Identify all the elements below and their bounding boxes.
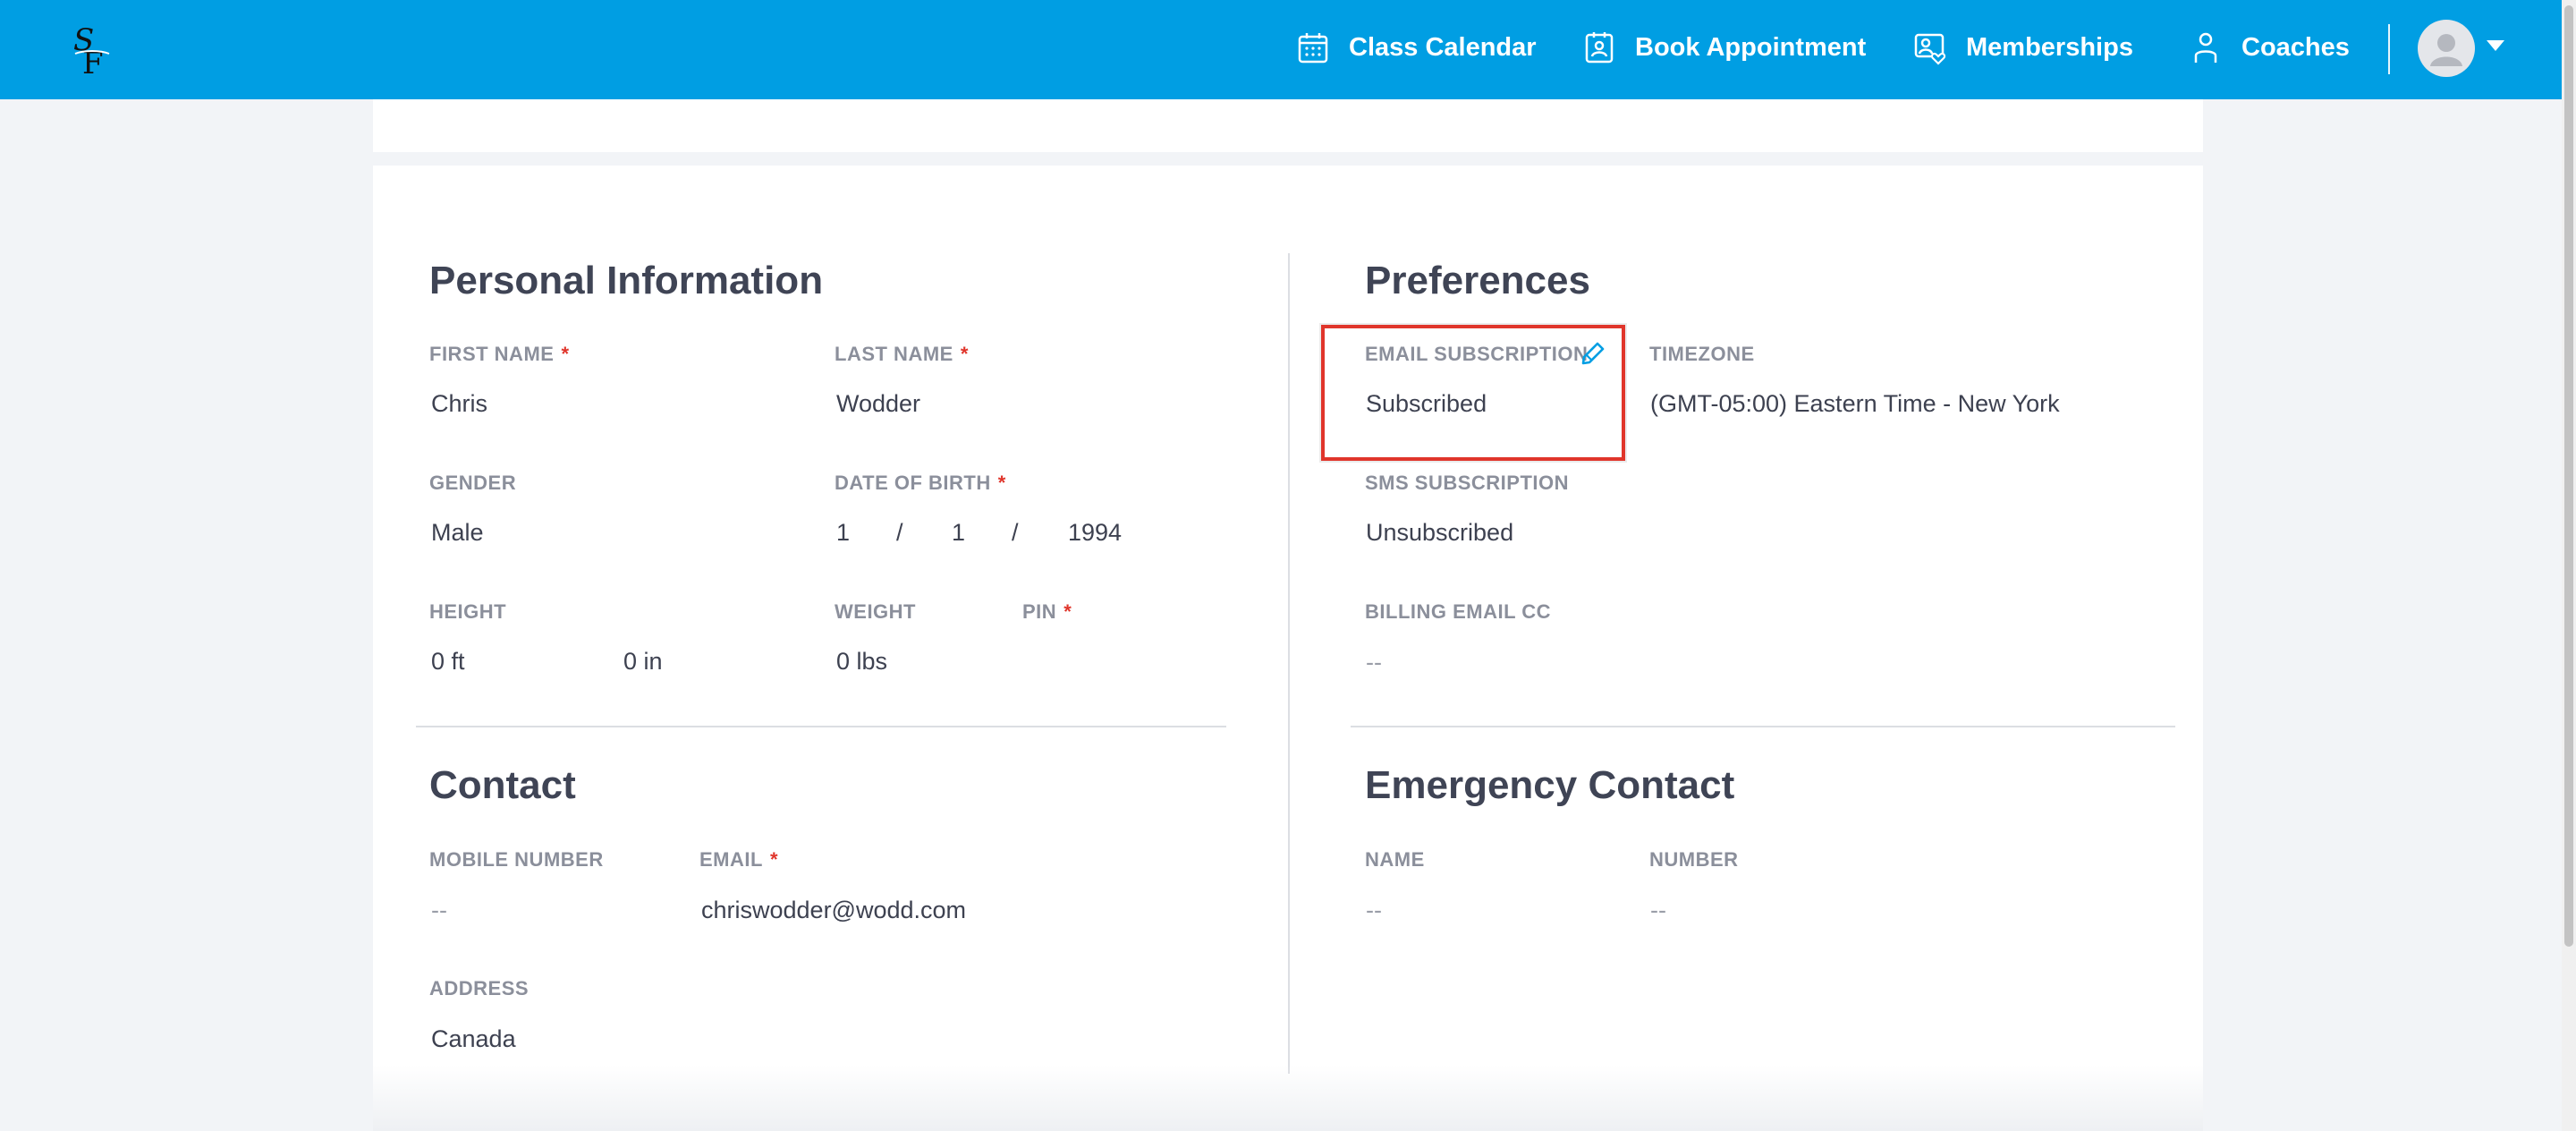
email-value[interactable]: chriswodder@wodd.com [701, 898, 966, 923]
pencil-edit-icon[interactable] [1580, 340, 1606, 367]
email-label: EMAIL * [699, 850, 778, 870]
required-marker: * [997, 472, 1006, 494]
pin-label-text: PIN [1022, 600, 1057, 623]
nav-class-calendar[interactable]: Class Calendar [1295, 25, 1537, 70]
bottom-fade-overlay [373, 1065, 2203, 1131]
date-of-birth-label: DATE OF BIRTH * [835, 473, 1006, 493]
calendar-icon [1298, 33, 1328, 64]
appointment-icon [1585, 32, 1614, 64]
nav-memberships[interactable]: Memberships [1912, 25, 2133, 70]
required-marker: * [1063, 600, 1072, 623]
pin-label: PIN * [1022, 602, 1072, 622]
height-inches-value[interactable]: 0 in [623, 650, 663, 674]
chevron-down-icon[interactable] [2487, 40, 2504, 51]
dob-day-value[interactable]: 1 [952, 521, 965, 545]
profile-header-card [373, 99, 2203, 152]
emergency-number-label: NUMBER [1649, 848, 1739, 871]
nav-book-appointment[interactable]: Book Appointment [1581, 25, 1866, 70]
scrollbar-thumb[interactable] [2564, 5, 2573, 947]
required-marker: * [769, 848, 779, 871]
billing-email-cc-value[interactable]: -- [1366, 651, 1382, 675]
billing-email-cc-label: BILLING EMAIL CC [1365, 600, 1552, 623]
height-feet-value[interactable]: 0 ft [431, 650, 465, 674]
dob-separator: / [896, 519, 903, 546]
mobile-number-label: MOBILE NUMBER [429, 848, 604, 871]
first-name-value[interactable]: Chris [431, 392, 487, 416]
section-divider [1351, 726, 2175, 727]
weight-value[interactable]: 0 lbs [836, 650, 887, 674]
emergency-name-label: NAME [1365, 848, 1425, 871]
last-name-value[interactable]: Wodder [836, 392, 920, 416]
nav-coaches[interactable]: Coaches [2188, 25, 2350, 70]
nav-divider [2388, 24, 2390, 74]
contact-title: Contact [429, 763, 576, 807]
emergency-name-value[interactable]: -- [1366, 898, 1382, 923]
required-marker: * [960, 343, 969, 365]
membership-icon [1914, 33, 1946, 65]
section-divider [416, 726, 1226, 727]
preferences-title: Preferences [1365, 259, 1590, 302]
gender-label: GENDER [429, 472, 517, 494]
required-marker: * [561, 343, 570, 365]
address-value[interactable]: Canada [431, 1027, 516, 1051]
first-name-label-text: FIRST NAME [429, 343, 555, 365]
sms-subscription-label: SMS SUBSCRIPTION [1365, 472, 1570, 494]
email-label-text: EMAIL [699, 848, 763, 871]
dob-month-value[interactable]: 1 [836, 521, 850, 545]
email-subscription-label: EMAIL SUBSCRIPTION [1365, 343, 1589, 365]
sms-subscription-value[interactable]: Unsubscribed [1366, 521, 1513, 545]
nav-label: Coaches [2241, 32, 2350, 62]
last-name-label-text: LAST NAME [835, 343, 953, 365]
timezone-value[interactable]: (GMT-05:00) Eastern Time - New York [1650, 392, 2060, 416]
vertical-scrollbar[interactable] [2562, 0, 2576, 1131]
dob-separator: / [1012, 519, 1019, 546]
emergency-number-value[interactable]: -- [1650, 898, 1666, 923]
nav-label: Class Calendar [1349, 32, 1537, 62]
brand-logo[interactable]: S F [70, 23, 114, 79]
emergency-contact-title: Emergency Contact [1365, 763, 1735, 807]
weight-label: WEIGHT [835, 600, 916, 623]
column-divider [1288, 253, 1290, 1074]
timezone-label: TIMEZONE [1649, 343, 1755, 365]
dob-year-value[interactable]: 1994 [1068, 521, 1122, 545]
last-name-label: LAST NAME * [835, 344, 969, 364]
height-label: HEIGHT [429, 600, 507, 623]
person-icon [2194, 32, 2217, 63]
address-label: ADDRESS [429, 977, 530, 999]
top-navigation-bar: S F Class Calendar Book Appointment Memb… [0, 0, 2562, 99]
personal-information-title: Personal Information [429, 259, 824, 302]
avatar-placeholder-icon [2430, 34, 2462, 66]
user-avatar[interactable] [2418, 20, 2475, 77]
date-of-birth-label-text: DATE OF BIRTH [835, 472, 991, 494]
gender-value[interactable]: Male [431, 521, 484, 545]
nav-label: Memberships [1966, 32, 2133, 62]
first-name-label: FIRST NAME * [429, 344, 570, 364]
nav-label: Book Appointment [1635, 32, 1867, 62]
mobile-number-value[interactable]: -- [431, 898, 447, 923]
email-subscription-value: Subscribed [1366, 390, 1487, 417]
